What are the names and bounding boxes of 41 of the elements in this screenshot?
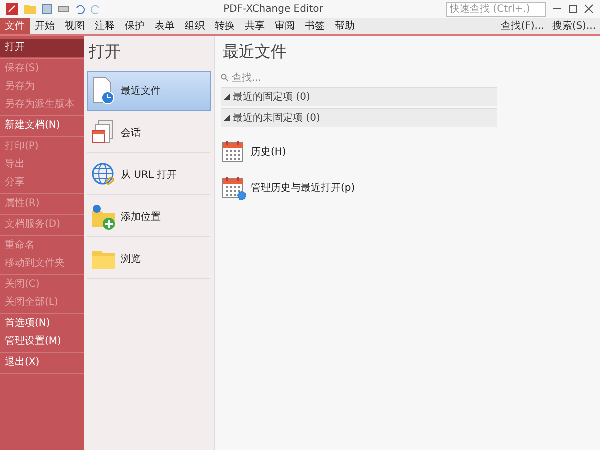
open-option[interactable]: 从 URL 打开 [87, 155, 211, 195]
menu-tab[interactable]: 开始 [30, 18, 60, 34]
menu-tab[interactable]: 共享 [240, 18, 270, 34]
sidebar-item[interactable]: 打开 [0, 39, 84, 57]
history-action[interactable]: 管理历史与最近打开(p) [221, 171, 594, 205]
history-action[interactable]: 历史(H) [221, 135, 594, 169]
menu-tab[interactable]: 文件 [0, 18, 30, 34]
close-icon[interactable] [584, 4, 594, 14]
app-logo-icon [6, 3, 18, 15]
menu-tab[interactable]: 审阅 [270, 18, 300, 34]
group-header[interactable]: 最近的未固定项 (0) [221, 108, 497, 127]
menu-tab[interactable]: 保护 [120, 18, 150, 34]
open-option[interactable]: 浏览 [87, 239, 211, 279]
document-clock-icon [91, 77, 117, 105]
search-icon [221, 74, 229, 82]
sidebar-item[interactable]: 新建文档(N) [0, 117, 84, 135]
calendar-gear-icon [221, 175, 247, 201]
menu-tab[interactable]: 视图 [60, 18, 90, 34]
ribbon-tool[interactable]: 查找(F)... [497, 18, 548, 34]
menu-tab[interactable]: 帮助 [330, 18, 360, 34]
menu-tab[interactable]: 书签 [300, 18, 330, 34]
expanded-triangle-icon [224, 94, 230, 100]
open-option[interactable]: 添加位置 [87, 197, 211, 237]
expanded-triangle-icon [224, 115, 230, 121]
open-option[interactable]: 最近文件 [87, 71, 211, 111]
maximize-icon[interactable] [568, 4, 578, 14]
window-title: PDF-XChange Editor [222, 4, 324, 14]
undo-icon[interactable] [75, 4, 85, 14]
menu-tab[interactable]: 表单 [150, 18, 180, 34]
sidebar-item[interactable]: 管理设置(M) [0, 333, 84, 351]
panel-heading: 打开 [88, 41, 122, 63]
sidebar-item[interactable]: 退出(X) [0, 354, 84, 372]
panel-heading: 最近文件 [222, 41, 288, 63]
open-option[interactable]: 会话 [87, 113, 211, 153]
sidebar-item[interactable]: 首选项(N) [0, 315, 84, 333]
menu-tab[interactable]: 转换 [210, 18, 240, 34]
menu-tab[interactable]: 注释 [90, 18, 120, 34]
ribbon-tool[interactable]: 搜索(S)... [548, 18, 600, 34]
group-header[interactable]: 最近的固定项 (0) [221, 87, 497, 106]
menu-tab[interactable]: 组织 [180, 18, 210, 34]
folder-add-icon [91, 203, 117, 231]
